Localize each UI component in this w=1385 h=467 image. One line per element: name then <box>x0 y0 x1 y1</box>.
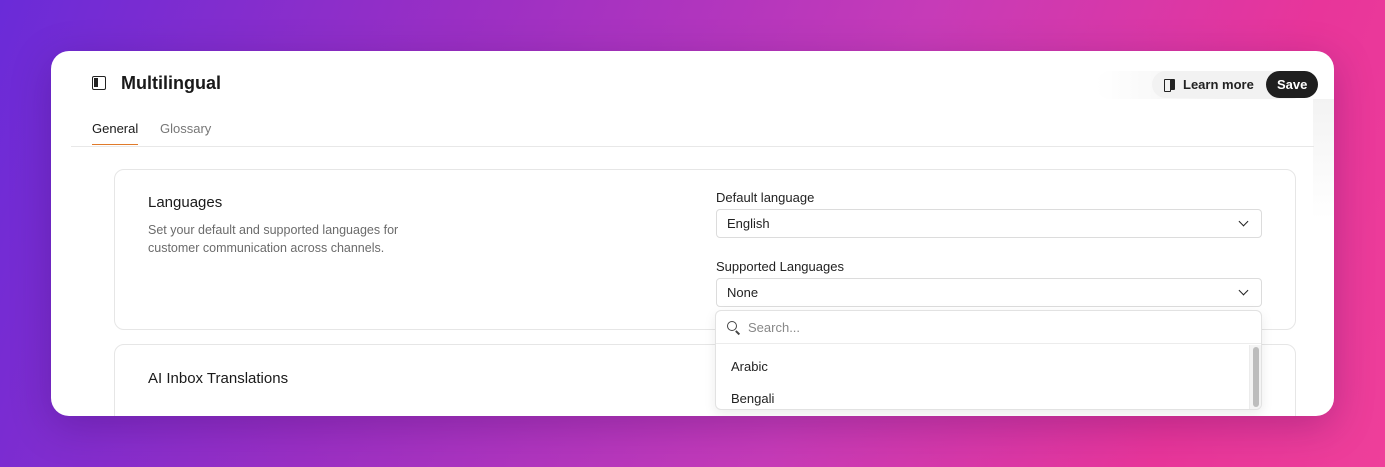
page-header: Multilingual Learn more Save <box>51 51 1334 116</box>
sidebar-toggle-icon[interactable] <box>92 76 106 90</box>
default-language-label: Default language <box>716 190 815 205</box>
chevron-down-icon <box>1238 285 1249 296</box>
search-input[interactable] <box>748 318 1228 336</box>
languages-description: Set your default and supported languages… <box>148 223 399 255</box>
ai-translations-title: AI Inbox Translations <box>148 370 289 387</box>
dropdown-scrollbar[interactable] <box>1249 345 1261 409</box>
tab-bar: General Glossary <box>71 116 1314 147</box>
settings-window: Multilingual Learn more Save General Glo… <box>51 51 1334 416</box>
languages-card: Languages Set your default and supported… <box>114 169 1296 330</box>
tab-general[interactable]: General <box>92 121 139 145</box>
panel-edge <box>1313 99 1334 219</box>
option-bengali[interactable]: Bengali <box>731 391 774 406</box>
dropdown-search <box>716 311 1261 344</box>
default-language-select[interactable]: English <box>716 209 1262 238</box>
supported-languages-label: Supported Languages <box>716 259 844 274</box>
book-icon <box>1164 78 1177 92</box>
learn-more-label: Learn more <box>1183 77 1254 92</box>
search-icon <box>727 321 737 331</box>
learn-more-button[interactable]: Learn more <box>1152 71 1265 98</box>
page-title: Multilingual <box>121 73 221 93</box>
languages-title: Languages <box>148 194 223 211</box>
tab-glossary[interactable]: Glossary <box>160 121 211 144</box>
supported-languages-value: None <box>727 285 759 300</box>
chevron-down-icon <box>1238 216 1249 227</box>
languages-dropdown: Arabic Bengali <box>715 310 1262 410</box>
supported-languages-select[interactable]: None <box>716 278 1262 307</box>
scrollbar-thumb[interactable] <box>1253 347 1259 407</box>
save-button[interactable]: Save <box>1266 71 1319 98</box>
option-arabic[interactable]: Arabic <box>731 359 768 374</box>
default-language-value: English <box>727 216 770 231</box>
